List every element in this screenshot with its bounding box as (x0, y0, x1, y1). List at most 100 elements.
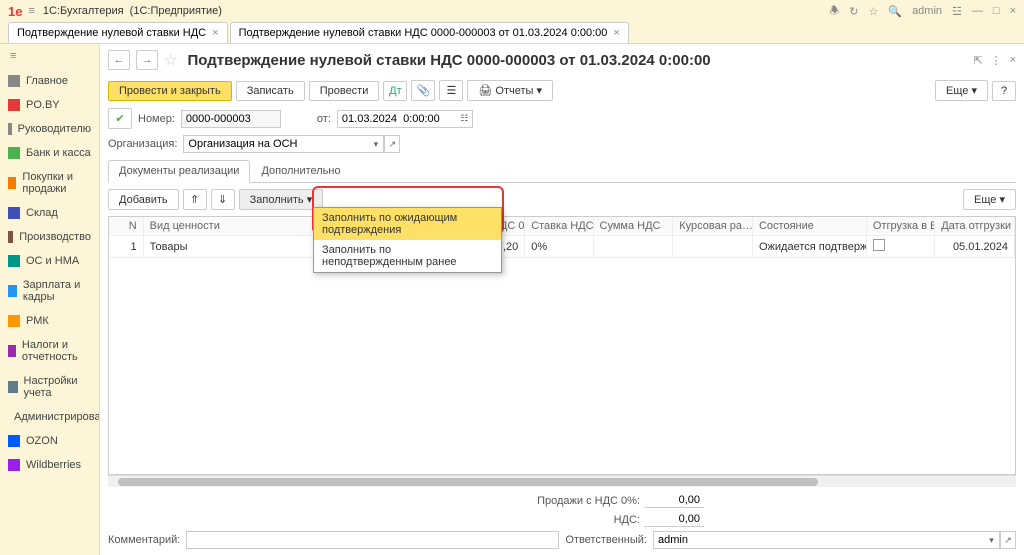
responsible-field[interactable] (653, 531, 984, 549)
fill-by-unconfirmed-item[interactable]: Заполнить по неподтвержденным ранее (314, 240, 501, 272)
posted-icon[interactable]: ✔ (108, 108, 132, 129)
sidebar-item-label: ОС и НМА (26, 255, 79, 267)
options-icon[interactable]: ☳ (952, 5, 962, 18)
sidebar-item-rmk[interactable]: РМК (0, 309, 99, 333)
kebab-icon[interactable]: ⋮ (991, 54, 1002, 67)
favorites-icon[interactable]: ☆ (868, 5, 878, 18)
nav-back-button[interactable]: ← (108, 50, 130, 70)
post-and-close-button[interactable]: Провести и закрыть (108, 81, 232, 101)
col-ship-date[interactable]: Дата отгрузки (935, 217, 1015, 236)
close-tab-icon[interactable]: × (613, 27, 619, 39)
title-right: 🕭 ↻ ☆ 🔍 admin ☳ — □ × (829, 2, 1016, 21)
cell-vat-rate[interactable]: 0% (525, 236, 593, 258)
open-ref-icon[interactable]: ↗ (384, 135, 400, 153)
sidebar-item-production[interactable]: Производство (0, 225, 99, 249)
cell-eaes[interactable] (866, 236, 934, 258)
maximize-icon[interactable]: □ (993, 5, 1000, 17)
close-form-icon[interactable]: × (1010, 54, 1016, 67)
sidebar-item-label: Производство (19, 231, 91, 243)
nav-forward-button[interactable]: → (136, 50, 158, 70)
write-button[interactable]: Записать (236, 81, 305, 101)
sidebar-item-label: PO.BY (26, 99, 60, 111)
sidebar-item-label: Настройки учета (24, 375, 91, 399)
sidebar-item-assets[interactable]: ОС и НМА (0, 249, 99, 273)
col-n[interactable]: N (109, 217, 143, 236)
window-tab[interactable]: Подтверждение нулевой ставки НДС 0000-00… (230, 22, 629, 43)
sidebar-item-label: Wildberries (26, 459, 81, 471)
more-button[interactable]: Еще ▾ (935, 80, 988, 101)
sidebar-item-manager[interactable]: Руководителю (0, 117, 99, 141)
dropdown-icon[interactable]: ▾ (984, 531, 1000, 549)
main-menu-icon[interactable]: ≡ (28, 5, 34, 17)
fill-by-pending-item[interactable]: Заполнить по ожидающим подтверждения (314, 208, 501, 240)
form-footer: Продажи с НДС 0%: 0,00 НДС: 0,00 Коммент… (100, 487, 1024, 555)
sidebar-item-settings[interactable]: Настройки учета (0, 369, 99, 405)
sidebar-item-warehouse[interactable]: Склад (0, 201, 99, 225)
favorite-toggle-icon[interactable]: ☆ (164, 51, 177, 69)
detail-tabs: Документы реализации Дополнительно (108, 160, 1016, 183)
col-eaes[interactable]: Отгрузка в ЕАЭС (866, 217, 934, 236)
calendar-icon[interactable]: ☷ (457, 110, 473, 128)
attach-button[interactable]: 📎 (411, 80, 435, 101)
close-tab-icon[interactable]: × (212, 27, 218, 39)
table-row[interactable]: 1 Товары верждена ставка 0% 4 477,20 0% … (109, 236, 1015, 258)
search-icon[interactable]: 🔍 (888, 5, 902, 18)
sidebar-item-salary[interactable]: Зарплата и кадры (0, 273, 99, 309)
history-icon[interactable]: ↻ (849, 5, 858, 18)
command-bar: Провести и закрыть Записать Провести Дт … (100, 76, 1024, 105)
user-name[interactable]: admin (912, 5, 942, 17)
scrollbar-thumb[interactable] (118, 478, 818, 486)
org-field[interactable] (183, 135, 368, 153)
sidebar-item-label: Банк и касса (26, 147, 91, 159)
col-state[interactable]: Состояние (752, 217, 866, 236)
col-vat-rate[interactable]: Ставка НДС (525, 217, 593, 236)
add-row-button[interactable]: Добавить (108, 189, 179, 210)
cell-n[interactable]: 1 (109, 236, 143, 258)
sidebar-item-admin[interactable]: Администрирование (0, 405, 99, 429)
cell-ship-date[interactable]: 05.01.2024 (935, 236, 1015, 258)
notification-icon[interactable]: 🕭 (829, 2, 839, 21)
sidebar-item-taxes[interactable]: Налоги и отчетность (0, 333, 99, 369)
dt-button[interactable]: Дт (383, 81, 407, 101)
horizontal-scrollbar[interactable] (108, 475, 1016, 487)
cell-fx[interactable] (673, 236, 753, 258)
minimize-icon[interactable]: — (972, 5, 983, 17)
sidebar-item-bank[interactable]: Банк и касса (0, 141, 99, 165)
sidebar-item-sales[interactable]: Покупки и продажи (0, 165, 99, 201)
tab-label: Подтверждение нулевой ставки НДС 0000-00… (239, 27, 608, 39)
number-field[interactable] (181, 110, 281, 128)
date-label: от: (317, 113, 331, 125)
sidebar-item-ozon[interactable]: OZON (0, 429, 99, 453)
reports-button[interactable]: 🖨 Отчеты ▾ (467, 80, 553, 101)
sidebar-item-main[interactable]: Главное (0, 69, 99, 93)
help-button[interactable]: ? (992, 81, 1016, 101)
titlebar: 1e ≡ 1С:Бухгалтерия (1С:Предприятие) 🕭 ↻… (0, 0, 1024, 22)
comment-field[interactable] (186, 531, 559, 549)
sidebar-item-wildberries[interactable]: Wildberries (0, 453, 99, 477)
date-field[interactable] (337, 110, 457, 128)
cell-vat-sum[interactable] (593, 236, 673, 258)
col-fx[interactable]: Курсовая ра… (673, 217, 753, 236)
table-more-button[interactable]: Еще ▾ (963, 189, 1016, 210)
cell-state[interactable]: Ожидается подтверждени… (752, 236, 866, 258)
window-tab[interactable]: Подтверждение нулевой ставки НДС × (8, 22, 228, 43)
eaes-checkbox[interactable] (873, 239, 885, 251)
fill-button[interactable]: Заполнить ▾ (239, 189, 324, 210)
tab-additional[interactable]: Дополнительно (250, 160, 351, 182)
post-button[interactable]: Провести (309, 81, 380, 101)
tab-documents[interactable]: Документы реализации (108, 160, 250, 183)
dropdown-icon[interactable]: ▾ (368, 135, 384, 153)
col-vat-sum[interactable]: Сумма НДС (593, 217, 673, 236)
sidebar-toggle-icon[interactable]: ≡ (0, 44, 99, 69)
open-ref-icon[interactable]: ↗ (1000, 531, 1016, 549)
col-value-type[interactable]: Вид ценности (143, 217, 314, 236)
cell-value-type[interactable]: Товары (143, 236, 314, 258)
link-icon[interactable]: ⇱ (973, 54, 982, 67)
close-app-icon[interactable]: × (1010, 5, 1016, 17)
sidebar-item-poby[interactable]: PO.BY (0, 93, 99, 117)
structure-button[interactable]: ☰ (439, 80, 463, 101)
org-label: Организация: (108, 138, 177, 150)
documents-table[interactable]: N Вид ценности тие Продажи с НДС 0% Став… (108, 216, 1016, 475)
move-up-button[interactable]: ⇑ (183, 189, 207, 210)
move-down-button[interactable]: ⇓ (211, 189, 235, 210)
